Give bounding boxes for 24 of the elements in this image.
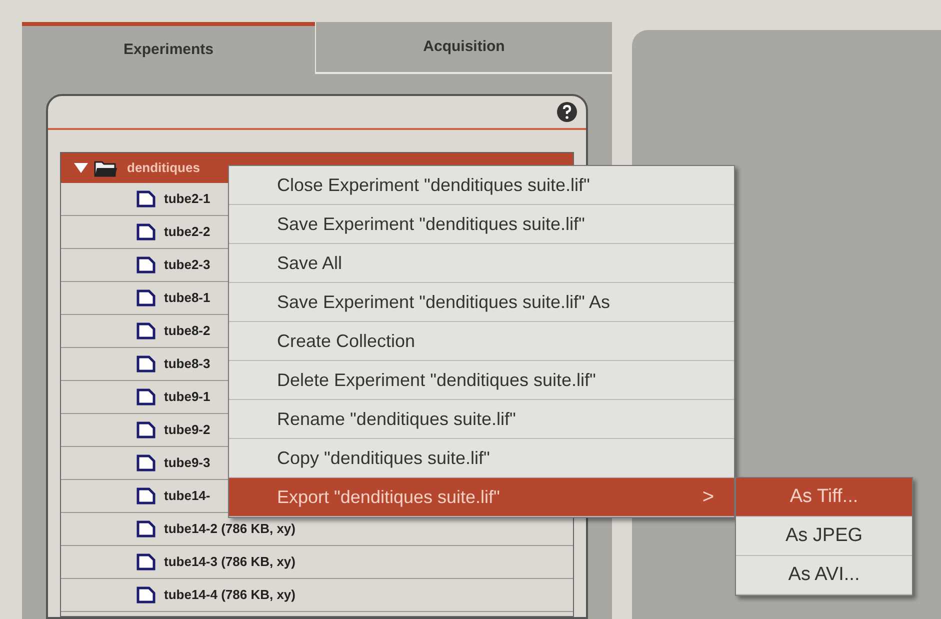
tree-label: tube2-2 <box>164 223 210 242</box>
tree-label: tube14-3 (786 KB, xy) <box>164 553 296 572</box>
submenu-arrow: > <box>702 485 714 510</box>
tree-label: tube8-3 <box>164 355 210 374</box>
tree-label: tube9-3 <box>164 454 210 472</box>
menu-item-label: Save All <box>277 252 342 274</box>
tree-label: tube9-2 <box>164 421 210 440</box>
menu-item-label: Create Collection <box>277 330 416 352</box>
tree-label: tube14-4 (786 KB, xy) <box>164 586 296 604</box>
menu-item-label: Save Experiment "denditiques suite.lif" As <box>277 290 610 314</box>
tree-label: tube14-2 (786 KB, xy) <box>164 520 296 538</box>
menu-item-label: Close Experiment "denditiques suite.lif" <box>277 174 590 197</box>
menu-item-label: Copy "denditiques suite.lif" <box>277 446 490 470</box>
menu-item-label: Rename "denditiques suite.lif" <box>277 408 516 431</box>
tree-label: tube8-1 <box>164 289 210 308</box>
tree-label: tube2-1 <box>164 190 210 208</box>
tree-label: denditiques <box>127 159 200 178</box>
tree-label: tube9-1 <box>164 388 210 406</box>
tree-label: tube8-2 <box>164 322 210 340</box>
menu-item-label: Delete Experiment "denditiques suite.lif" <box>277 368 596 392</box>
menu-item-label: Save Experiment "denditiques suite.lif" <box>277 212 585 236</box>
tree-label: tube14- <box>164 487 210 506</box>
tree-label: tube2-3 <box>164 256 210 274</box>
menu-item-label: Export "denditiques suite.lif" <box>277 486 500 509</box>
